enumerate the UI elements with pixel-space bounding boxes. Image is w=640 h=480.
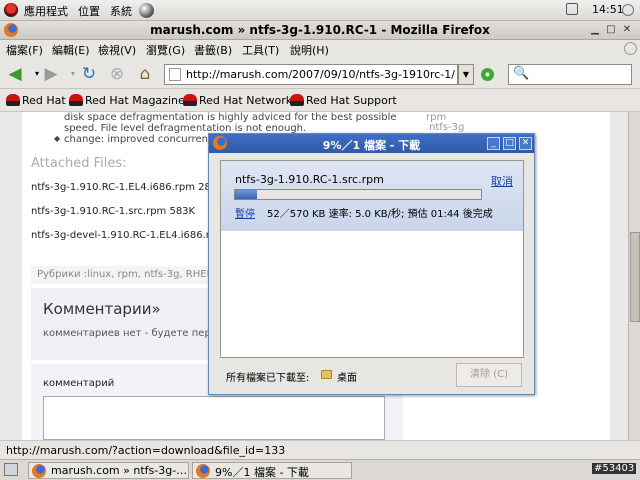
show-desktop-icon[interactable] xyxy=(4,463,18,476)
redhat-bookmark-icon xyxy=(69,94,83,106)
sidebar-tag[interactable]: ntfs-3g xyxy=(429,122,464,133)
screenshot-id-badge: #53403 xyxy=(592,463,637,474)
clear-list-label: 清除 (C) xyxy=(470,369,508,380)
redhat-bookmark-icon xyxy=(6,94,20,106)
gnome-top-panel: 應用程式 位置 系統 14:51 xyxy=(0,0,640,21)
dialog-close-button[interactable]: ✕ xyxy=(519,137,532,150)
comment-label: комментарий xyxy=(43,378,115,389)
url-bar[interactable]: http://marush.com/2007/09/10/ntfs-3g-191… xyxy=(164,64,458,85)
comments-heading: Комментарии» xyxy=(43,300,161,318)
volume-icon[interactable] xyxy=(622,4,634,16)
download-folder-link[interactable]: 桌面 xyxy=(337,369,357,384)
rubrics-line: Рубрики :linux, rpm, ntfs-3g, RHEL4 xyxy=(31,266,219,284)
download-dialog-title: 9%／1 檔案 - 下載 xyxy=(322,139,421,152)
comments-note: комментариев нет - будете перв xyxy=(43,328,217,339)
status-text: http://marush.com/?action=download&file_… xyxy=(6,444,286,457)
redhat-bookmark-icon xyxy=(183,94,197,106)
home-button[interactable]: ⌂ xyxy=(134,63,156,85)
file-link[interactable]: ntfs-3g-1.910.RC-1.EL4.i686.rpm 281 xyxy=(31,182,217,193)
forward-button[interactable]: ▶ xyxy=(40,63,62,85)
page-text-line: disk space defragmentation is highly adv… xyxy=(64,112,397,123)
navigation-toolbar: ◀ ▾ ▶ ▾ ↻ ⊗ ⌂ http://marush.com/2007/09/… xyxy=(0,59,640,89)
download-list: ntfs-3g-1.910.RC-1.src.rpm 取消 暫停 52／570 … xyxy=(220,160,524,358)
menu-bookmarks[interactable]: 書籤(B) xyxy=(194,42,232,58)
page-text-line: change: improved concurrent xyxy=(64,134,212,145)
bookmark-redhat-support[interactable]: Red Hat Support xyxy=(306,94,397,107)
cancel-download-link[interactable]: 取消 xyxy=(491,173,513,189)
redhat-bookmark-icon xyxy=(290,94,304,106)
taskbar-item-label: 9%／1 檔案 - 下載 xyxy=(215,466,309,479)
page-left-margin xyxy=(0,112,22,440)
file-link[interactable]: ntfs-3g-devel-1.910.RC-1.EL4.i686.rp xyxy=(31,230,216,241)
system-menu[interactable]: 系統 xyxy=(110,3,132,19)
taskbar-download-window[interactable]: 9%／1 檔案 - 下載 xyxy=(192,462,352,479)
places-menu[interactable]: 位置 xyxy=(78,3,100,19)
menu-tools[interactable]: 工具(T) xyxy=(242,42,279,58)
download-item[interactable]: ntfs-3g-1.910.RC-1.src.rpm 取消 暫停 52／570 … xyxy=(221,161,523,231)
download-progress-fill xyxy=(235,190,258,199)
redhat-menu-icon[interactable] xyxy=(4,3,18,17)
web-browser-launcher-icon[interactable] xyxy=(139,3,154,18)
reload-button[interactable]: ↻ xyxy=(78,63,100,85)
stop-button[interactable]: ⊗ xyxy=(106,63,128,85)
go-button[interactable] xyxy=(481,68,494,81)
bookmark-redhat-magazine[interactable]: Red Hat Magazine xyxy=(85,94,185,107)
dialog-minimize-button[interactable]: _ xyxy=(487,137,500,150)
attached-files-heading: Attached Files: xyxy=(31,156,127,171)
menubar: 檔案(F) 編輯(E) 檢視(V) 瀏覽(G) 書籤(B) 工具(T) 說明(H… xyxy=(0,40,640,59)
page-scrollbar[interactable] xyxy=(628,112,640,440)
clock[interactable]: 14:51 xyxy=(592,3,624,16)
folder-icon xyxy=(321,370,332,379)
taskbar-firefox-window[interactable]: marush.com » ntfs-3g-… xyxy=(28,462,189,479)
page-icon xyxy=(169,68,181,81)
bookmark-redhat[interactable]: Red Hat xyxy=(22,94,66,107)
download-dialog-titlebar[interactable]: 9%／1 檔案 - 下載 _ □ ✕ xyxy=(209,134,534,153)
bottom-taskbar: marush.com » ntfs-3g-… 9%／1 檔案 - 下載 xyxy=(0,459,640,480)
menu-file[interactable]: 檔案(F) xyxy=(6,42,43,58)
menu-help[interactable]: 說明(H) xyxy=(290,42,329,58)
pause-download-link[interactable]: 暫停 xyxy=(235,205,255,220)
firefox-titlebar: marush.com » ntfs-3g-1.910.RC-1 - Mozill… xyxy=(0,21,640,40)
comment-input[interactable] xyxy=(43,396,385,440)
dialog-maximize-button[interactable]: □ xyxy=(503,137,516,150)
close-button[interactable]: ✕ xyxy=(620,23,634,37)
download-dialog: 9%／1 檔案 - 下載 _ □ ✕ ntfs-3g-1.910.RC-1.sr… xyxy=(208,133,535,395)
download-progress-bar xyxy=(234,189,482,200)
url-history-dropdown[interactable]: ▼ xyxy=(458,64,474,85)
throbber-icon xyxy=(624,42,637,55)
url-text[interactable]: http://marush.com/2007/09/10/ntfs-3g-191… xyxy=(186,68,455,81)
search-engine-icon[interactable]: 🔍 xyxy=(513,66,529,81)
page-right-margin xyxy=(610,112,628,440)
firefox-icon xyxy=(32,464,46,478)
back-button[interactable]: ◀ xyxy=(4,63,26,85)
minimize-button[interactable]: ▁ xyxy=(588,23,602,37)
bookmark-redhat-network[interactable]: Red Hat Network xyxy=(199,94,292,107)
bullet-icon: ◆ xyxy=(54,134,61,143)
taskbar-item-label: marush.com » ntfs-3g-… xyxy=(51,464,188,477)
download-status: 52／570 KB 速率: 5.0 KB/秒; 預估 01:44 後完成 xyxy=(267,209,493,220)
status-bar: http://marush.com/?action=download&file_… xyxy=(0,440,640,459)
menu-view[interactable]: 檢視(V) xyxy=(98,42,136,58)
bookmarks-toolbar: Red Hat Red Hat Magazine Red Hat Network… xyxy=(0,90,640,112)
file-link[interactable]: ntfs-3g-1.910.RC-1.src.rpm 583K xyxy=(31,206,195,217)
scrollbar-thumb[interactable] xyxy=(630,232,640,322)
menu-edit[interactable]: 編輯(E) xyxy=(52,42,90,58)
applications-menu[interactable]: 應用程式 xyxy=(24,3,68,19)
menu-go[interactable]: 瀏覽(G) xyxy=(146,42,185,58)
clear-list-button[interactable]: 清除 (C) xyxy=(456,363,522,387)
firefox-icon xyxy=(196,464,210,478)
download-filename: ntfs-3g-1.910.RC-1.src.rpm xyxy=(235,173,384,186)
maximize-button[interactable]: □ xyxy=(604,23,618,37)
search-bar[interactable]: 🔍 xyxy=(508,64,632,85)
download-location-label: 所有檔案已下載至: xyxy=(226,373,310,384)
window-title: marush.com » ntfs-3g-1.910.RC-1 - Mozill… xyxy=(150,23,490,37)
notification-icon[interactable] xyxy=(566,3,578,15)
